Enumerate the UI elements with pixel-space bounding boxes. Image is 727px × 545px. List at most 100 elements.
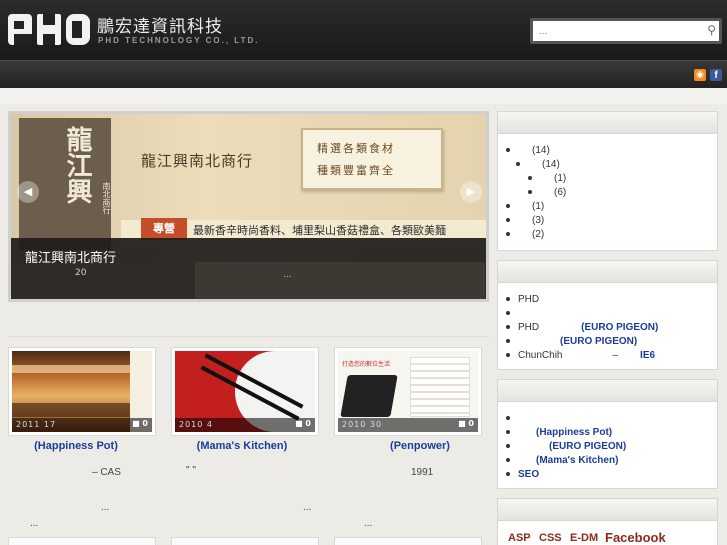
post-meta: 2010 30 ■ 0 xyxy=(338,418,478,432)
sidebar-recent-posts: PHD PHD (EURO PIGEON) (EURO PIGEON) ChunC… xyxy=(497,260,718,370)
post-card-2[interactable]: 2010 4 ■ 0 xyxy=(171,347,319,436)
company-subtitle: PHD TECHNOLOGY CO., LTD. xyxy=(98,36,260,45)
bullet-icon xyxy=(506,218,510,223)
comment-count[interactable]: ■ 0 xyxy=(458,419,474,428)
bullet-icon xyxy=(516,162,520,167)
comment-count-value: 0 xyxy=(468,419,474,428)
sidebar-heading xyxy=(498,112,717,134)
category-item[interactable]: (14) xyxy=(516,159,560,170)
bullet-icon xyxy=(506,458,510,463)
slide-caption: 龍江興南北商行 20 ... xyxy=(11,238,486,299)
board-line-2: 種類豐富齊全 xyxy=(317,164,395,177)
bullet-icon xyxy=(506,472,510,477)
company-name[interactable]: 鵬宏達資訊科技 xyxy=(97,12,223,37)
sign-text: 龍江興 xyxy=(62,126,92,204)
caption-backdrop xyxy=(195,262,485,299)
recent-item[interactable]: PHD xyxy=(506,294,539,305)
recent-item[interactable]: ChunChih – IE6 xyxy=(506,350,655,361)
post-excerpt-1-line-1: – CAS xyxy=(92,467,121,478)
popular-item[interactable] xyxy=(506,413,518,424)
post-thumbnail[interactable]: 打造您的數位生活 2010 30 ■ 0 xyxy=(338,351,478,432)
post-card-4[interactable] xyxy=(8,537,156,545)
post-card-6[interactable] xyxy=(334,537,482,545)
sidebar-tag-cloud: ASP CSS E-DM Facebook xyxy=(497,498,718,545)
next-arrow-icon[interactable]: ▶ xyxy=(460,181,482,203)
sidebar-heading xyxy=(498,261,717,283)
comment-count[interactable]: ■ 0 xyxy=(295,419,311,428)
tag-link[interactable]: Facebook xyxy=(605,530,666,545)
post-excerpt-3-line-2: ... xyxy=(364,518,373,529)
rss-icon[interactable]: ◉ xyxy=(694,69,706,81)
post-date: 2011 17 xyxy=(16,420,57,429)
post-excerpt-1-line-3: ... xyxy=(30,518,39,529)
sign-small-text: 南北商行 xyxy=(102,182,111,214)
section-divider xyxy=(8,336,489,337)
bullet-icon xyxy=(506,297,510,302)
sidebar-popular-posts: (Happiness Pot) (EURO PIGEON) (Mama's Ki… xyxy=(497,379,718,489)
recent-item[interactable]: (EURO PIGEON) xyxy=(506,336,637,347)
tag-link[interactable]: ASP xyxy=(508,532,531,544)
bullet-icon xyxy=(528,176,532,181)
post-card-5[interactable] xyxy=(171,537,319,545)
sidebar-categories: (14) (14) (1) (6) (1) (3) (2) xyxy=(497,111,718,251)
comment-count[interactable]: ■ 0 xyxy=(132,419,148,428)
search-box[interactable]: ⚲ xyxy=(530,18,722,44)
category-item[interactable]: (14) xyxy=(506,145,550,156)
post-meta: 2010 4 ■ 0 xyxy=(175,418,315,432)
category-item[interactable]: (1) xyxy=(506,201,544,212)
nav-bar: ◉ f xyxy=(0,60,727,88)
post-excerpt-3-line-1: 1991 xyxy=(411,467,434,478)
shop-name: 龍江興南北商行 xyxy=(141,152,254,170)
post-excerpt-1-line-2: ... xyxy=(101,502,110,513)
post-title-2[interactable]: (Mama's Kitchen) xyxy=(168,440,316,452)
bullet-icon xyxy=(506,416,510,421)
featured-slider[interactable]: 龍江興 南北商行 龍江興南北商行 精選各類食材 種類豐富齊全 專營 最新香辛時尚… xyxy=(8,111,489,302)
popular-item[interactable]: (EURO PIGEON) xyxy=(506,441,626,452)
post-title-3[interactable]: (Penpower) xyxy=(346,440,494,452)
post-title-1[interactable]: (Happiness Pot) xyxy=(2,440,150,452)
post-date: 2010 4 xyxy=(179,420,213,429)
tag-link[interactable]: CSS xyxy=(539,532,562,544)
site-header: 鵬宏達資訊科技 PHD TECHNOLOGY CO., LTD. ⚲ xyxy=(0,0,727,60)
popular-item[interactable]: (Happiness Pot) xyxy=(506,427,612,438)
bullet-icon xyxy=(528,190,532,195)
post-date: 2010 30 xyxy=(342,420,383,429)
popular-item[interactable]: SEO xyxy=(506,469,539,480)
tag-link[interactable]: E-DM xyxy=(570,532,598,544)
comment-count-value: 0 xyxy=(305,419,311,428)
search-input[interactable] xyxy=(539,23,699,40)
slide-excerpt: ... xyxy=(283,270,292,280)
bullet-icon xyxy=(506,353,510,358)
menu-board: 精選各類食材 種類豐富齊全 xyxy=(301,128,443,190)
post-card-1[interactable]: 2011 17 ■ 0 xyxy=(8,347,156,436)
magnifier-icon[interactable]: ⚲ xyxy=(707,23,716,37)
bullet-icon xyxy=(506,339,510,344)
comment-count-value: 0 xyxy=(142,419,148,428)
category-item[interactable]: (3) xyxy=(506,215,544,226)
board-line-1: 精選各類食材 xyxy=(317,142,395,155)
category-item[interactable]: (2) xyxy=(506,229,544,240)
post-thumbnail[interactable]: 2010 4 ■ 0 xyxy=(175,351,315,432)
banner-text: 最新香辛時尚香料、埔里梨山香菇禮盒、各類歐美麵 xyxy=(193,224,446,237)
slide-date: 20 xyxy=(75,268,87,278)
phd-logo-icon[interactable] xyxy=(8,14,90,45)
prev-arrow-icon[interactable]: ◀ xyxy=(17,181,39,203)
post-meta: 2011 17 ■ 0 xyxy=(12,418,152,432)
bullet-icon xyxy=(506,204,510,209)
bullet-icon xyxy=(506,444,510,449)
bullet-icon xyxy=(506,148,510,153)
slide-title[interactable]: 龍江興南北商行 xyxy=(25,247,116,266)
recent-item[interactable] xyxy=(506,308,518,319)
category-item[interactable]: (1) xyxy=(528,173,566,184)
post-card-3[interactable]: 打造您的數位生活 2010 30 ■ 0 xyxy=(334,347,482,436)
sidebar-heading xyxy=(498,499,717,521)
sidebar-heading xyxy=(498,380,717,402)
post-excerpt-2-line-1: " " xyxy=(186,465,196,476)
recent-item[interactable]: PHD (EURO PIGEON) xyxy=(506,322,658,333)
category-item[interactable]: (6) xyxy=(528,187,566,198)
post-excerpt-2-line-2: ... xyxy=(303,502,312,513)
popular-item[interactable]: (Mama's Kitchen) xyxy=(506,455,618,466)
facebook-icon[interactable]: f xyxy=(710,69,722,81)
post-thumbnail[interactable]: 2011 17 ■ 0 xyxy=(12,351,152,432)
banner-tag: 專營 xyxy=(141,218,187,240)
